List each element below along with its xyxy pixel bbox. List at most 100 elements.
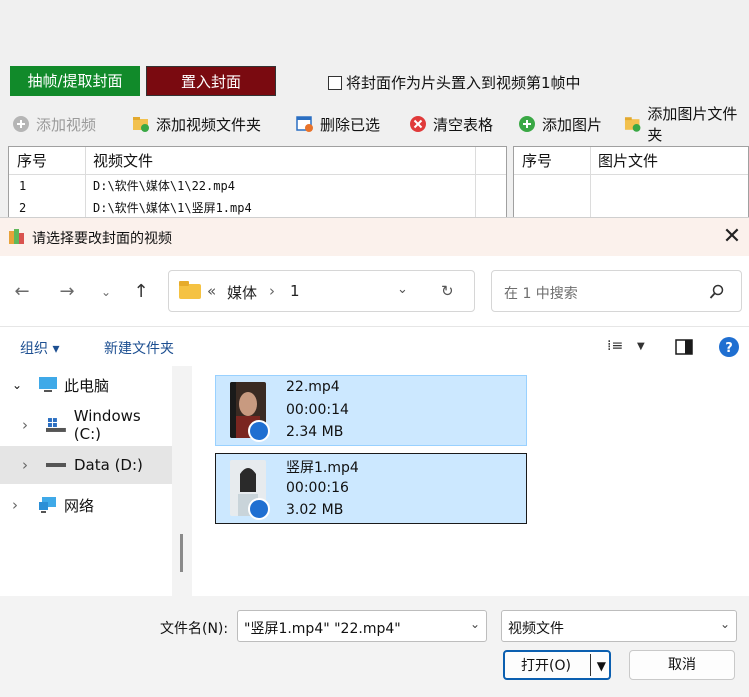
- add-video-folder-label: 添加视频文件夹: [156, 115, 262, 134]
- search-input[interactable]: 在 1 中搜索: [504, 283, 578, 303]
- dialog-title: 请选择要改封面的视频: [32, 231, 172, 247]
- tree-item-network[interactable]: › 网络: [0, 486, 172, 524]
- view-dropdown-chevron-icon[interactable]: ▼: [637, 341, 645, 352]
- chevron-right-icon[interactable]: ›: [22, 456, 36, 474]
- breadcrumb-1[interactable]: 1: [290, 282, 300, 300]
- scrollbar-thumb[interactable]: [180, 534, 183, 572]
- video-badge-icon: [248, 420, 270, 442]
- refresh-icon[interactable]: ↻: [441, 282, 454, 300]
- chevron-right-icon[interactable]: ›: [22, 416, 36, 434]
- dialog-titlebar: 请选择要改封面的视频 ✕: [0, 218, 749, 256]
- preview-pane-icon[interactable]: [675, 339, 693, 355]
- app-icon: [9, 229, 24, 244]
- computer-icon: [39, 377, 57, 392]
- table-row[interactable]: 2 D:\软件\媒体\1\竖屏1.mp4: [9, 197, 506, 219]
- add-circle-icon: [13, 116, 29, 132]
- breadcrumb-overflow[interactable]: «: [207, 282, 216, 300]
- tree-label: 网络: [64, 496, 95, 515]
- file-item[interactable]: 22.mp4 00:00:14 2.34 MB: [215, 375, 527, 446]
- view-options-icon[interactable]: ⁞≡: [607, 338, 623, 354]
- chevron-down-icon[interactable]: ⌄: [12, 378, 26, 392]
- tree-scrollbar[interactable]: [172, 366, 192, 596]
- open-file-dialog: 请选择要改封面的视频 ✕ ← → ⌄ ↑ « 媒体 › 1 ⌄ ↻ 在 1 中搜…: [0, 217, 749, 697]
- tree-item-data-d[interactable]: › Data (D:): [0, 446, 172, 484]
- delete-selected-button[interactable]: 删除已选: [296, 110, 380, 138]
- tree-label: 此电脑: [64, 376, 110, 395]
- filename-value[interactable]: "竖屏1.mp4" "22.mp4": [244, 618, 401, 638]
- recent-chevron-down-icon[interactable]: ⌄: [94, 280, 118, 304]
- drive-icon: [46, 463, 66, 467]
- clear-table-button[interactable]: 清空表格: [409, 110, 493, 138]
- add-image-label: 添加图片: [542, 115, 603, 134]
- address-chevron-down-icon[interactable]: ⌄: [397, 282, 408, 297]
- new-folder-button[interactable]: 新建文件夹: [104, 338, 174, 358]
- tree-item-this-pc[interactable]: ⌄ 此电脑: [0, 366, 172, 404]
- chevron-right-icon[interactable]: ›: [12, 496, 26, 514]
- chevron-down-icon[interactable]: ⌄: [470, 617, 480, 631]
- image-table-header: 序号 图片文件: [514, 147, 748, 175]
- add-video-button[interactable]: 添加视频: [12, 110, 96, 138]
- image-table[interactable]: 序号 图片文件: [513, 146, 749, 220]
- file-size: 3.02 MB: [286, 502, 344, 518]
- up-arrow-icon[interactable]: ↑: [129, 280, 153, 304]
- tree-label: Windows (C:): [73, 407, 141, 443]
- video-table-header: 序号 视频文件: [9, 147, 506, 175]
- command-bar: 组织 ▾ 新建文件夹 ⁞≡ ▼ ?: [0, 326, 749, 366]
- table-row[interactable]: 1 D:\软件\媒体\1\22.mp4: [9, 175, 506, 197]
- checkbox-box[interactable]: [328, 75, 342, 90]
- navigation-tree: ⌄ 此电脑 › Windows (C:) › Data (D:) › 网络: [0, 366, 172, 596]
- file-size: 2.34 MB: [286, 424, 344, 440]
- breadcrumb-media[interactable]: 媒体: [227, 282, 257, 303]
- col-image-file-header: 图片文件: [598, 152, 659, 170]
- add-video-folder-button[interactable]: 添加视频文件夹: [132, 110, 261, 138]
- open-button[interactable]: 打开(O) ▼: [503, 650, 611, 680]
- col-index-header: 序号: [522, 152, 553, 170]
- breadcrumb-separator-icon: ›: [269, 282, 275, 300]
- dialog-footer: 文件名(N): "竖屏1.mp4" "22.mp4" ⌄ 视频文件 ⌄ 打开(O…: [0, 596, 749, 697]
- file-duration: 00:00:16: [286, 480, 349, 496]
- video-table[interactable]: 序号 视频文件 1 D:\软件\媒体\1\22.mp4 2 D:\软件\媒体\1…: [8, 146, 507, 220]
- filetype-value: 视频文件: [508, 621, 564, 637]
- chevron-down-icon[interactable]: ⌄: [720, 617, 730, 631]
- windows-drive-icon: [45, 418, 66, 432]
- open-label: 打开(O): [521, 658, 571, 674]
- row-path: D:\软件\媒体\1\竖屏1.mp4: [93, 201, 252, 215]
- help-icon[interactable]: ?: [719, 337, 739, 357]
- file-name: 22.mp4: [286, 379, 340, 395]
- tree-item-windows-c[interactable]: › Windows (C:): [0, 406, 172, 444]
- first-frame-checkbox[interactable]: 将封面作为片头置入到视频第1帧中: [328, 72, 581, 93]
- search-box[interactable]: 在 1 中搜索: [491, 270, 742, 312]
- col-video-file-header: 视频文件: [93, 152, 154, 170]
- add-video-label: 添加视频: [36, 115, 97, 134]
- navigation-bar: ← → ⌄ ↑ « 媒体 › 1 ⌄ ↻ 在 1 中搜索: [0, 256, 749, 326]
- extract-cover-tab[interactable]: 抽帧/提取封面: [10, 66, 140, 96]
- video-badge-icon: [248, 498, 270, 520]
- filename-field[interactable]: "竖屏1.mp4" "22.mp4" ⌄: [237, 610, 487, 642]
- forward-arrow-icon[interactable]: →: [55, 280, 79, 304]
- add-image-folder-label: 添加图片文件夹: [647, 105, 738, 144]
- first-frame-checkbox-label: 将封面作为片头置入到视频第1帧中: [346, 74, 581, 92]
- address-bar[interactable]: « 媒体 › 1 ⌄ ↻: [168, 270, 475, 312]
- tree-label: Data (D:): [74, 456, 143, 474]
- filename-label: 文件名(N):: [160, 621, 229, 637]
- cancel-button[interactable]: 取消: [629, 650, 735, 680]
- organize-menu[interactable]: 组织 ▾: [20, 338, 59, 358]
- add-image-button[interactable]: 添加图片: [518, 110, 602, 138]
- col-index-header: 序号: [17, 152, 48, 170]
- filetype-select[interactable]: 视频文件 ⌄: [501, 610, 737, 642]
- search-icon: [709, 284, 724, 299]
- file-item[interactable]: 竖屏1.mp4 00:00:16 3.02 MB: [215, 453, 527, 524]
- row-index: 2: [19, 201, 27, 215]
- delete-selected-icon: [296, 116, 313, 132]
- back-arrow-icon[interactable]: ←: [10, 280, 34, 304]
- row-path: D:\软件\媒体\1\22.mp4: [93, 179, 235, 193]
- network-icon: [39, 497, 56, 513]
- delete-selected-label: 删除已选: [320, 115, 381, 134]
- file-duration: 00:00:14: [286, 402, 349, 418]
- add-image-folder-button[interactable]: 添加图片文件夹: [624, 105, 749, 144]
- embed-cover-tab[interactable]: 置入封面: [146, 66, 276, 96]
- close-icon[interactable]: ✕: [719, 224, 745, 250]
- row-index: 1: [19, 179, 27, 193]
- open-dropdown-icon[interactable]: ▼: [597, 652, 606, 680]
- folder-add-icon: [133, 117, 149, 132]
